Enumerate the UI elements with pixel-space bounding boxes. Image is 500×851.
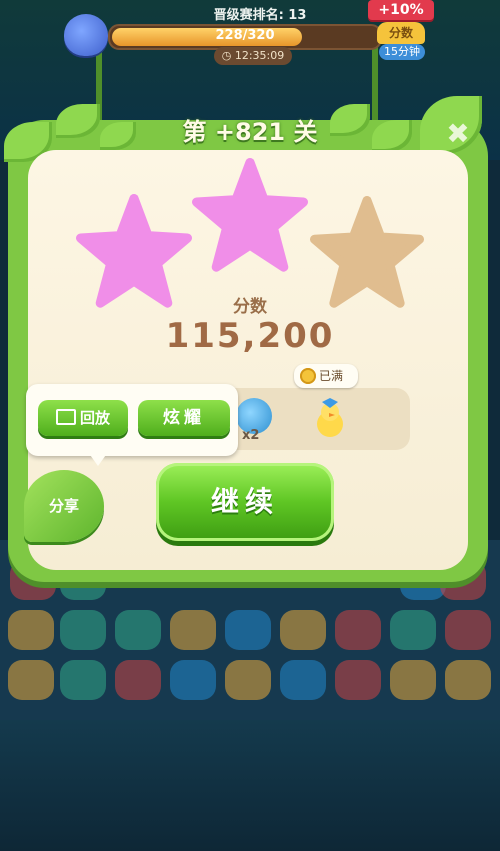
- progress-text: 228/320: [215, 28, 275, 43]
- score-label: 分数: [233, 297, 267, 317]
- score-badge: 分数: [377, 22, 425, 44]
- board-tile: [115, 610, 161, 650]
- timer-text: 12:35:09: [234, 49, 285, 62]
- level-title: 第 +821 关: [182, 118, 318, 146]
- replay-label: 回放: [79, 409, 110, 427]
- background-water: [0, 720, 500, 851]
- star-3-icon: [310, 196, 424, 308]
- board-tile: [445, 660, 491, 700]
- bonus-badge: +10%: [368, 0, 434, 20]
- board-tile: [390, 610, 436, 650]
- rank-label: 晋级赛排名: 13: [213, 8, 307, 23]
- board-tile: [390, 660, 436, 700]
- chick-reward-icon: [317, 398, 343, 437]
- board-tile: [280, 610, 326, 650]
- board-tile: [225, 660, 271, 700]
- time-badge: 15分钟: [379, 44, 425, 60]
- replay-icon: [55, 409, 76, 425]
- show-off-button[interactable]: 炫耀: [138, 400, 230, 436]
- share-popup-tail: [88, 452, 108, 466]
- board-tile: [8, 610, 54, 650]
- board-tile: [225, 610, 271, 650]
- clock-icon: ◷: [221, 49, 232, 62]
- continue-button[interactable]: 继续: [156, 463, 334, 541]
- star-2-icon: [192, 158, 308, 272]
- board-tile: [445, 610, 491, 650]
- bag-icon[interactable]: [64, 14, 108, 56]
- board-tile: [170, 610, 216, 650]
- star-1-icon: [76, 194, 192, 308]
- full-label: 已满: [319, 369, 344, 383]
- board-tile: [335, 610, 381, 650]
- coin-icon: [300, 368, 316, 384]
- board-tile: [335, 660, 381, 700]
- share-button[interactable]: 分享: [24, 470, 104, 542]
- board-tile: [60, 610, 106, 650]
- close-button[interactable]: ✖: [438, 116, 478, 152]
- board-tile: [60, 660, 106, 700]
- score-value: 115,200: [165, 316, 335, 356]
- reward-count: x2: [242, 428, 260, 443]
- replay-button[interactable]: 回放: [38, 400, 128, 436]
- board-tile: [170, 660, 216, 700]
- board-tile: [280, 660, 326, 700]
- full-tag: 已满: [294, 364, 358, 388]
- board-tile: [115, 660, 161, 700]
- countdown-timer: ◷ 12:35:09: [214, 47, 292, 65]
- board-tile: [8, 660, 54, 700]
